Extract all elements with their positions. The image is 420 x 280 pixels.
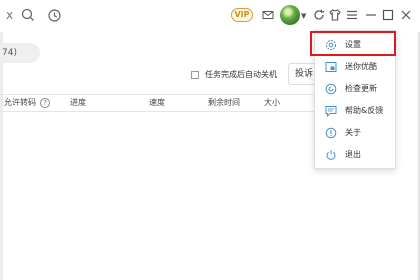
update-icon bbox=[325, 83, 337, 95]
chevron-down-icon[interactable]: ▼ bbox=[301, 12, 306, 20]
help-icon[interactable]: ? bbox=[40, 97, 50, 108]
power-icon bbox=[326, 150, 336, 160]
clock-icon[interactable] bbox=[47, 8, 62, 23]
avatar[interactable] bbox=[280, 5, 300, 25]
column-header-speed[interactable]: 速度 bbox=[149, 97, 165, 109]
vip-badge[interactable]: VIP bbox=[231, 8, 253, 22]
column-header-progress[interactable]: 进度 bbox=[70, 97, 86, 109]
column-header-remaining-time[interactable]: 剩余时间 bbox=[208, 97, 240, 109]
column-header-size[interactable]: 大小 bbox=[264, 97, 280, 109]
column-header-transcode[interactable]: 允许转码? bbox=[4, 97, 50, 109]
mail-icon[interactable] bbox=[262, 9, 274, 21]
feedback-icon bbox=[325, 106, 337, 117]
menu-item-about[interactable]: 关于 bbox=[315, 122, 395, 144]
refresh-icon[interactable] bbox=[312, 8, 326, 22]
auto-shutdown-label: 任务完成后自动关机 bbox=[205, 70, 277, 79]
menu-item-exit[interactable]: 退出 bbox=[315, 144, 395, 166]
main-menu-dropdown: 设置 迷你优酷 检查更新 帮助&反馈 关于 退出 bbox=[314, 30, 396, 169]
menu-item-mini-youku[interactable]: 迷你优酷 bbox=[315, 56, 395, 78]
info-icon bbox=[325, 127, 337, 139]
search-icon[interactable] bbox=[20, 7, 36, 23]
mini-window-icon bbox=[325, 62, 337, 72]
gear-icon bbox=[326, 40, 336, 50]
menu-item-settings[interactable]: 设置 bbox=[315, 34, 395, 56]
window-left-edge bbox=[0, 0, 3, 280]
maximize-icon[interactable] bbox=[381, 8, 395, 22]
skin-icon[interactable] bbox=[328, 8, 342, 22]
auto-shutdown-option[interactable]: 任务完成后自动关机 bbox=[191, 69, 277, 80]
task-count-tab[interactable]: 74) bbox=[0, 43, 40, 63]
menu-item-help-feedback[interactable]: 帮助&反馈 bbox=[315, 100, 395, 122]
title-bar: x VIP ▼ bbox=[0, 0, 420, 32]
search-clear-icon[interactable]: x bbox=[6, 8, 13, 22]
menu-item-check-update[interactable]: 检查更新 bbox=[315, 78, 395, 100]
minimize-icon[interactable] bbox=[364, 8, 378, 22]
menu-icon[interactable] bbox=[345, 8, 359, 22]
auto-shutdown-checkbox[interactable] bbox=[191, 70, 199, 79]
table-header: 允许转码? 进度 速度 剩余时间 大小 bbox=[0, 94, 320, 112]
close-icon[interactable] bbox=[399, 8, 413, 22]
